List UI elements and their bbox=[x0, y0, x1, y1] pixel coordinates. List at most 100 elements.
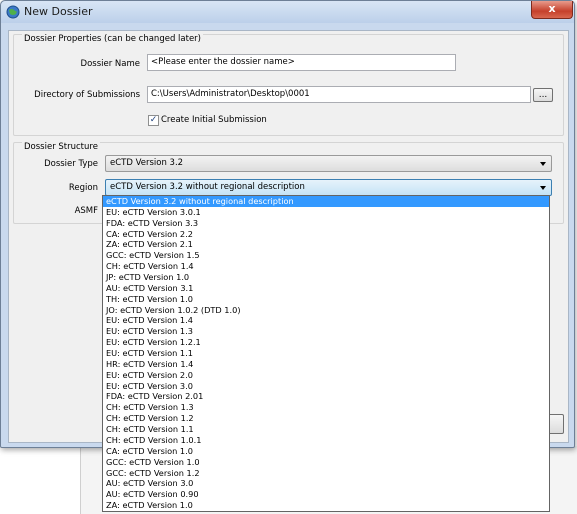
region-option[interactable]: CH: eCTD Version 1.0.1 bbox=[103, 435, 549, 446]
region-option-code: CA: bbox=[106, 445, 120, 456]
region-label: Region bbox=[68, 183, 98, 193]
dossier-type-select[interactable]: eCTD Version 3.2 bbox=[105, 155, 552, 172]
region-option-code: CA: bbox=[106, 228, 120, 239]
region-option[interactable]: ZA: eCTD Version 1.0 bbox=[103, 500, 549, 511]
checkmark-icon: ✓ bbox=[149, 115, 158, 125]
region-option-text: eCTD Version 3.3 bbox=[127, 217, 199, 228]
region-option[interactable]: HR: eCTD Version 1.4 bbox=[103, 359, 549, 370]
directory-label: Directory of Submissions bbox=[34, 90, 140, 100]
region-option-text: eCTD Version 1.2.1 bbox=[122, 337, 201, 348]
region-option[interactable]: CH: eCTD Version 1.4 bbox=[103, 261, 549, 272]
region-option[interactable]: EU: eCTD Version 1.3 bbox=[103, 326, 549, 337]
region-option-code: EU: bbox=[106, 206, 120, 217]
region-option-text: eCTD Version 3.1 bbox=[122, 282, 194, 293]
region-option-code: EU: bbox=[106, 326, 120, 337]
region-option-code: FDA: bbox=[106, 391, 126, 402]
region-option-code: CH: bbox=[106, 402, 121, 413]
region-option-code: FDA: bbox=[106, 217, 126, 228]
region-option-text: eCTD Version 1.2 bbox=[129, 467, 200, 478]
region-option-code: CH: bbox=[106, 261, 121, 272]
region-option-text: eCTD Version 0.90 bbox=[122, 489, 199, 500]
region-option[interactable]: EU: eCTD Version 3.0.1 bbox=[103, 207, 549, 218]
chevron-down-icon bbox=[540, 162, 546, 166]
region-option[interactable]: FDA: eCTD Version 2.01 bbox=[103, 391, 549, 402]
region-option[interactable]: ZA: eCTD Version 2.1 bbox=[103, 239, 549, 250]
region-option-code: CH: bbox=[106, 434, 121, 445]
dossier-name-label: Dossier Name bbox=[80, 59, 140, 69]
create-initial-checkbox[interactable]: ✓ bbox=[148, 115, 159, 126]
region-option[interactable]: GCC: eCTD Version 1.5 bbox=[103, 250, 549, 261]
region-option[interactable]: JO: eCTD Version 1.0.2 (DTD 1.0) bbox=[103, 305, 549, 316]
region-select[interactable]: eCTD Version 3.2 without regional descri… bbox=[105, 179, 552, 196]
region-option-code: HR: bbox=[106, 358, 121, 369]
region-option-code: EU: bbox=[106, 315, 120, 326]
region-option[interactable]: CH: eCTD Version 1.2 bbox=[103, 413, 549, 424]
region-option-text: eCTD Version 1.1 bbox=[122, 348, 193, 359]
dossier-type-label: Dossier Type bbox=[44, 159, 98, 169]
region-option-code: AU: bbox=[106, 282, 121, 293]
region-option-code: CH: bbox=[106, 424, 121, 435]
dossier-structure-title: Dossier Structure bbox=[22, 142, 100, 152]
browse-button[interactable]: ... bbox=[533, 88, 553, 102]
region-option[interactable]: FDA: eCTD Version 3.3 bbox=[103, 218, 549, 229]
directory-input[interactable]: C:\Users\Administrator\Desktop\0001 bbox=[147, 86, 531, 103]
region-option-code: AU: bbox=[106, 478, 121, 489]
region-option[interactable]: CA: eCTD Version 2.2 bbox=[103, 229, 549, 240]
region-option-text: eCTD Version 2.2 bbox=[122, 228, 193, 239]
region-option-text: eCTD Version 3.0 bbox=[122, 478, 194, 489]
region-option-code: GCC: bbox=[106, 467, 127, 478]
region-option[interactable]: GCC: eCTD Version 1.0 bbox=[103, 457, 549, 468]
region-option-text: eCTD Version 1.1 bbox=[123, 424, 194, 435]
region-option-text: eCTD Version 1.4 bbox=[123, 261, 194, 272]
region-option-code: JP: bbox=[106, 272, 117, 283]
create-initial-label: Create Initial Submission bbox=[161, 115, 267, 125]
region-option-text: eCTD Version 1.0 bbox=[122, 445, 193, 456]
app-globe-icon bbox=[6, 5, 20, 19]
region-option-text: eCTD Version 1.0.1 bbox=[123, 434, 202, 445]
region-option-code: JO: bbox=[106, 304, 118, 315]
region-option-text: eCTD Version 1.0 bbox=[122, 500, 193, 511]
region-value: eCTD Version 3.2 without regional descri… bbox=[110, 182, 305, 192]
region-option[interactable]: CH: eCTD Version 1.3 bbox=[103, 402, 549, 413]
title-bar[interactable]: New Dossier x bbox=[1, 1, 574, 23]
region-option-text: eCTD Version 1.4 bbox=[122, 358, 194, 369]
region-option-text: eCTD Version 2.0 bbox=[122, 369, 193, 380]
region-option[interactable]: EU: eCTD Version 1.1 bbox=[103, 348, 549, 359]
region-option[interactable]: JP: eCTD Version 1.0 bbox=[103, 272, 549, 283]
close-button[interactable]: x bbox=[531, 1, 573, 19]
region-option[interactable]: TH: eCTD Version 1.0 bbox=[103, 294, 549, 305]
region-option[interactable]: EU: eCTD Version 2.0 bbox=[103, 370, 549, 381]
region-option[interactable]: AU: eCTD Version 3.0 bbox=[103, 478, 549, 489]
chevron-down-icon bbox=[540, 186, 546, 190]
dossier-name-input[interactable]: <Please enter the dossier name> bbox=[147, 54, 456, 71]
region-option-text: eCTD Version 1.4 bbox=[122, 315, 193, 326]
region-option[interactable]: GCC: eCTD Version 1.2 bbox=[103, 468, 549, 479]
window-title: New Dossier bbox=[24, 5, 93, 18]
dossier-properties-group: Dossier Properties (can be changed later… bbox=[13, 34, 564, 136]
region-option-text: eCTD Version 1.0 bbox=[122, 293, 193, 304]
region-option[interactable]: EU: eCTD Version 1.2.1 bbox=[103, 337, 549, 348]
region-option-text: eCTD Version 1.5 bbox=[129, 250, 200, 261]
region-option-text: eCTD Version 3.0 bbox=[122, 380, 193, 391]
region-option[interactable]: eCTD Version 3.2 without regional descri… bbox=[103, 196, 549, 207]
region-option-code: EU: bbox=[106, 337, 120, 348]
region-option-text: eCTD Version 3.0.1 bbox=[122, 206, 201, 217]
region-option-text: eCTD Version 1.3 bbox=[123, 402, 194, 413]
region-option[interactable]: CA: eCTD Version 1.0 bbox=[103, 446, 549, 457]
region-option-text: eCTD Version 1.0 bbox=[129, 456, 200, 467]
region-option-code: GCC: bbox=[106, 250, 127, 261]
region-option[interactable]: AU: eCTD Version 0.90 bbox=[103, 489, 549, 500]
region-option-text: eCTD Version 3.2 without regional descri… bbox=[106, 196, 294, 206]
region-option[interactable]: EU: eCTD Version 1.4 bbox=[103, 315, 549, 326]
region-option[interactable]: CH: eCTD Version 1.1 bbox=[103, 424, 549, 435]
region-option-code: EU: bbox=[106, 348, 120, 359]
region-option-text: eCTD Version 1.2 bbox=[123, 413, 194, 424]
region-option-code: ZA: bbox=[106, 500, 120, 511]
region-option[interactable]: AU: eCTD Version 3.1 bbox=[103, 283, 549, 294]
close-icon: x bbox=[548, 2, 556, 15]
region-option-text: eCTD Version 2.1 bbox=[122, 239, 193, 250]
region-option-code: EU: bbox=[106, 380, 120, 391]
region-option[interactable]: EU: eCTD Version 3.0 bbox=[103, 381, 549, 392]
region-dropdown-list[interactable]: eCTD Version 3.2 without regional descri… bbox=[102, 195, 550, 512]
dossier-properties-title: Dossier Properties (can be changed later… bbox=[22, 34, 203, 44]
